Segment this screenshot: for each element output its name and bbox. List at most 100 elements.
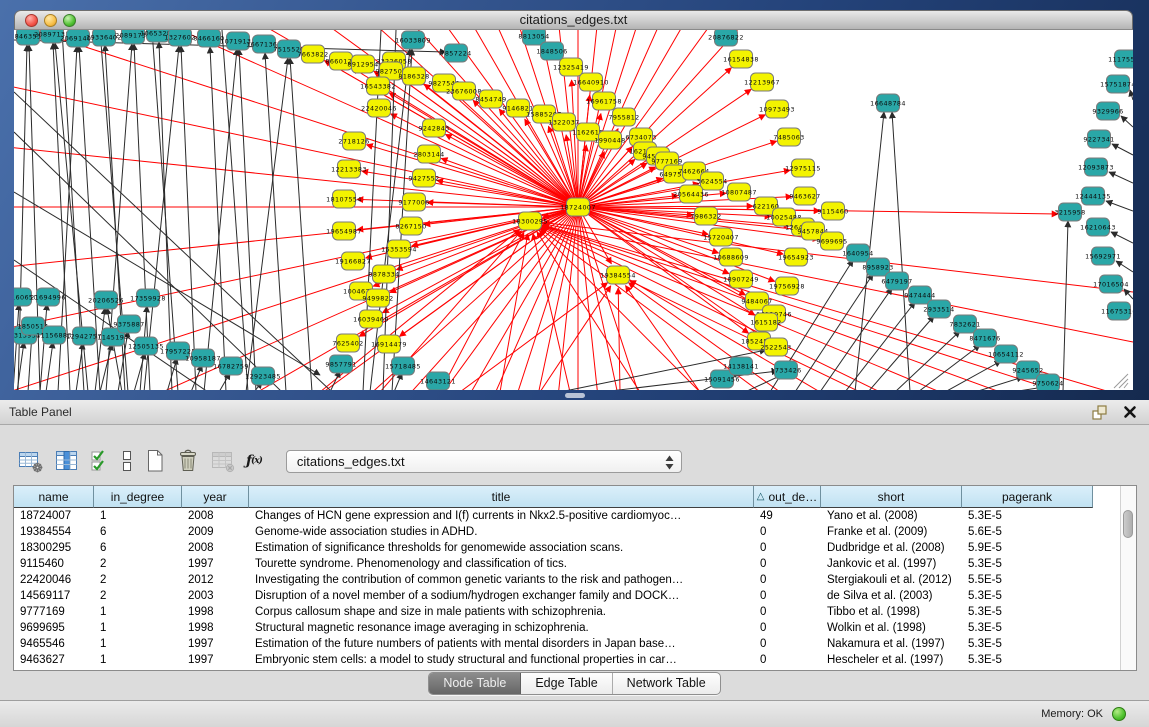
graph-node[interactable]: 12213967 (744, 73, 780, 91)
graph-node[interactable]: 9699695 (816, 232, 847, 250)
graph-node[interactable]: 2718126 (338, 132, 369, 150)
column-header-name[interactable]: name (14, 486, 94, 508)
graph-node[interactable]: 19756928 (769, 277, 805, 295)
graph-node[interactable]: 1733426 (770, 361, 801, 379)
table-row[interactable]: 1830029562008Estimation of significance … (14, 540, 1120, 556)
column-header-year[interactable]: year (182, 486, 249, 508)
table-row[interactable]: 977716911998Corpus callosum shape and si… (14, 604, 1120, 620)
graph-node[interactable]: 7625402 (332, 334, 363, 352)
table-row[interactable]: 2242004622012Investigating the contribut… (14, 572, 1120, 588)
show-columns-icon[interactable] (54, 448, 80, 474)
close-icon[interactable] (1121, 403, 1139, 421)
graph-node[interactable]: 9329966 (1092, 102, 1123, 120)
graph-node[interactable]: 14643121 (420, 372, 456, 390)
column-header-pagerank[interactable]: pagerank (962, 486, 1093, 508)
close-window-icon[interactable] (25, 14, 38, 27)
tab-node-table[interactable]: Node Table (429, 673, 521, 694)
graph-node[interactable]: 20876822 (708, 30, 744, 46)
graph-node[interactable]: 16033809 (395, 31, 431, 49)
graph-node[interactable]: 1990448 (594, 131, 625, 149)
graph-node[interactable]: 19654987 (326, 222, 362, 240)
graph-node[interactable]: 18107554 (326, 190, 362, 208)
graph-node[interactable]: 7857224 (440, 44, 471, 62)
graph-node[interactable]: 12444135 (1075, 187, 1111, 205)
graph-node[interactable]: 9427552 (408, 169, 439, 187)
graph-node[interactable]: 6479197 (881, 272, 912, 290)
graph-node[interactable]: 7955812 (608, 108, 639, 126)
float-window-icon[interactable] (1090, 403, 1108, 421)
graph-node[interactable]: 9115460 (817, 202, 848, 220)
graph-node[interactable]: 15718485 (385, 357, 421, 375)
panel-resize-handle[interactable] (565, 393, 585, 398)
graph-node[interactable]: 16210643 (1080, 218, 1116, 236)
graph-node[interactable]: 1848506 (536, 42, 567, 60)
graph-node[interactable]: 12213383 (331, 160, 367, 178)
column-header-out_de[interactable]: △out_de… (754, 486, 821, 508)
graph-node[interactable]: 19166827 (335, 252, 371, 270)
graph-node[interactable]: 9463627 (789, 187, 820, 205)
resize-grip-icon[interactable] (1114, 374, 1128, 388)
graph-node[interactable]: 20206526 (88, 291, 124, 309)
scrollbar-thumb[interactable] (1123, 510, 1133, 538)
graph-node[interactable]: 7663822 (297, 45, 328, 63)
graph-node[interactable]: 12975115 (785, 159, 821, 177)
graph-node[interactable]: 9375887 (113, 315, 144, 333)
graph-node[interactable]: 9177006 (398, 193, 429, 211)
graph-node[interactable]: 9499822 (362, 289, 393, 307)
table-row[interactable]: 946362711997Embryonic stem cells: a mode… (14, 652, 1120, 668)
table-row[interactable]: 969969511998Structural magnetic resonanc… (14, 620, 1120, 636)
graph-node[interactable]: 17359928 (130, 289, 166, 307)
function-builder-icon[interactable]: ƒ(x) (246, 453, 262, 469)
tab-edge-table[interactable]: Edge Table (521, 673, 612, 694)
graph-node[interactable]: 9242843 (418, 119, 449, 137)
minimize-window-icon[interactable] (44, 14, 57, 27)
graph-node[interactable]: 3215958 (1054, 203, 1085, 221)
graph-node[interactable]: 16961758 (586, 92, 622, 110)
table-selector-dropdown[interactable]: citations_edges.txt (286, 450, 682, 473)
graph-node[interactable]: 8912954 (347, 55, 378, 73)
tab-network-table[interactable]: Network Table (613, 673, 720, 694)
network-canvas[interactable]: 1846355720897133206914061933640220891733… (14, 30, 1133, 390)
graph-node[interactable]: 10688609 (713, 248, 749, 266)
graph-node[interactable]: 2522543 (760, 338, 791, 356)
graph-node[interactable]: 12923485 (245, 367, 281, 385)
column-header-title[interactable]: title (249, 486, 754, 508)
graph-node[interactable]: 16648784 (870, 94, 906, 112)
table-row[interactable]: 946554611997Estimation of the future num… (14, 636, 1120, 652)
graph-node[interactable]: 8186328 (398, 67, 429, 85)
graph-node[interactable]: 15692971 (1085, 247, 1121, 265)
graph-node[interactable]: 2803144 (413, 145, 444, 163)
new-document-icon[interactable] (144, 448, 166, 474)
network-window-titlebar[interactable]: citations_edges.txt (14, 10, 1133, 30)
graph-node[interactable]: 9750624 (1032, 374, 1063, 390)
graph-node[interactable]: 12093873 (1078, 158, 1114, 176)
column-header-in_degree[interactable]: in_degree (94, 486, 182, 508)
row-height-icon[interactable] (120, 448, 134, 474)
graph-node[interactable]: 8471676 (969, 329, 1000, 347)
graph-node[interactable]: 15751874 (1100, 75, 1133, 93)
graph-node[interactable]: 1615182 (750, 313, 781, 331)
graph-node[interactable]: 8878334 (368, 265, 399, 283)
table-row[interactable]: 1872400712008Changes of HCN gene express… (14, 508, 1120, 524)
table-scrollbar[interactable] (1120, 486, 1136, 670)
graph-node[interactable]: 8267150 (395, 217, 426, 235)
graph-node[interactable]: 7986322 (690, 207, 721, 225)
graph-node[interactable]: 9857791 (325, 355, 356, 373)
graph-node[interactable]: 2933514 (923, 300, 954, 318)
graph-node[interactable]: 7485063 (773, 128, 804, 146)
table-row[interactable]: 911546021997Tourette syndrome. Phenomeno… (14, 556, 1120, 572)
graph-node[interactable]: 12505135 (128, 337, 164, 355)
graph-node[interactable]: 1327602 (164, 30, 195, 46)
graph-node[interactable]: 21694996 (30, 288, 66, 306)
graph-node[interactable]: 16154838 (723, 50, 759, 68)
select-columns-icon[interactable] (90, 448, 110, 474)
zoom-window-icon[interactable] (63, 14, 76, 27)
graph-node[interactable]: 15720407 (703, 228, 739, 246)
table-settings-icon[interactable] (18, 448, 44, 474)
table-row[interactable]: 1456911722003Disruption of a novel membe… (14, 588, 1120, 604)
table-row[interactable]: 1938455462009Genome-wide association stu… (14, 524, 1120, 540)
memory-ok-indicator-icon[interactable] (1112, 707, 1126, 721)
graph-node[interactable]: 11675316 (1101, 302, 1133, 320)
graph-node[interactable]: 10654112 (988, 345, 1024, 363)
graph-node[interactable]: 11175524 (1108, 50, 1133, 68)
